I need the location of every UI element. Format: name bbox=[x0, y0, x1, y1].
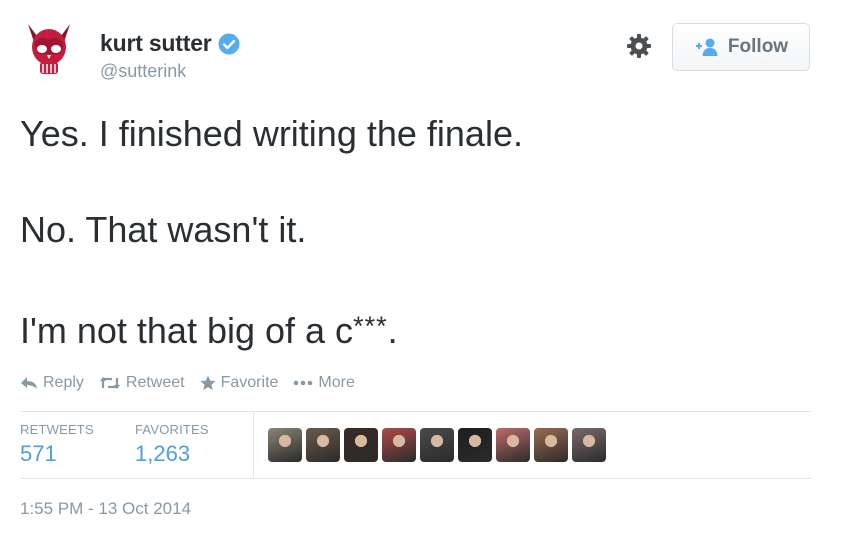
retweets-stat[interactable]: RETWEETS 571 bbox=[20, 422, 94, 467]
favoriter-avatar[interactable] bbox=[496, 428, 530, 462]
more-dots-icon bbox=[294, 380, 313, 386]
retweet-label: Retweet bbox=[125, 374, 185, 391]
favoriter-avatar[interactable] bbox=[344, 428, 378, 462]
retweet-button[interactable]: Retweet bbox=[99, 374, 185, 392]
retweets-count[interactable]: 571 bbox=[20, 441, 94, 467]
reply-icon bbox=[21, 377, 37, 389]
tweet-text: Yes. I finished writing the finale. No. … bbox=[20, 110, 820, 403]
tweet-line-2: No. That wasn't it. bbox=[20, 209, 307, 250]
verified-badge-icon bbox=[218, 33, 240, 54]
favorites-label: FAVORITES bbox=[135, 422, 209, 437]
add-user-icon bbox=[695, 38, 718, 56]
favoriter-avatar[interactable] bbox=[534, 428, 568, 462]
favorite-button[interactable]: Favorite bbox=[200, 374, 279, 392]
follow-button[interactable]: Follow bbox=[672, 23, 810, 71]
follow-label: Follow bbox=[727, 36, 789, 57]
avatar[interactable] bbox=[20, 20, 78, 78]
reply-label: Reply bbox=[43, 374, 84, 391]
tweet-line-3: I'm not that big of a c***. bbox=[20, 302, 820, 355]
user-name[interactable]: kurt sutter bbox=[100, 30, 212, 57]
more-button[interactable]: More bbox=[293, 374, 355, 392]
reply-button[interactable]: Reply bbox=[20, 374, 84, 392]
divider-bottom bbox=[20, 478, 812, 479]
favoriter-avatars bbox=[268, 428, 606, 462]
favoriter-avatar[interactable] bbox=[572, 428, 606, 462]
favoriter-avatar[interactable] bbox=[458, 428, 492, 462]
user-handle[interactable]: @sutterink bbox=[100, 61, 186, 82]
tweet-timestamp[interactable]: 1:55 PM - 13 Oct 2014 bbox=[20, 499, 191, 519]
user-name-row: kurt sutter bbox=[100, 30, 240, 57]
favoriter-avatar[interactable] bbox=[420, 428, 454, 462]
retweets-label: RETWEETS bbox=[20, 422, 94, 437]
gear-icon[interactable] bbox=[626, 33, 652, 59]
tweet-actions: Reply Retweet Favorite More bbox=[20, 374, 370, 392]
more-label: More bbox=[318, 374, 355, 391]
star-icon bbox=[200, 375, 216, 390]
retweet-icon bbox=[99, 377, 120, 389]
favoriter-avatar[interactable] bbox=[382, 428, 416, 462]
favorites-stat[interactable]: FAVORITES 1,263 bbox=[135, 422, 209, 467]
favoriter-avatar[interactable] bbox=[306, 428, 340, 462]
stats-separator bbox=[253, 412, 254, 478]
favoriter-avatar[interactable] bbox=[268, 428, 302, 462]
tweet-stats: RETWEETS 571 FAVORITES 1,263 bbox=[20, 412, 812, 478]
tweet-line-3-stars: *** bbox=[353, 311, 388, 341]
tweet-line-3-prefix: I'm not that big of a c bbox=[20, 310, 354, 351]
favorites-count[interactable]: 1,263 bbox=[135, 441, 209, 467]
favorite-label: Favorite bbox=[220, 374, 279, 391]
tweet-line-3-suffix: . bbox=[387, 310, 398, 351]
tweet-line-1: Yes. I finished writing the finale. bbox=[20, 113, 523, 154]
